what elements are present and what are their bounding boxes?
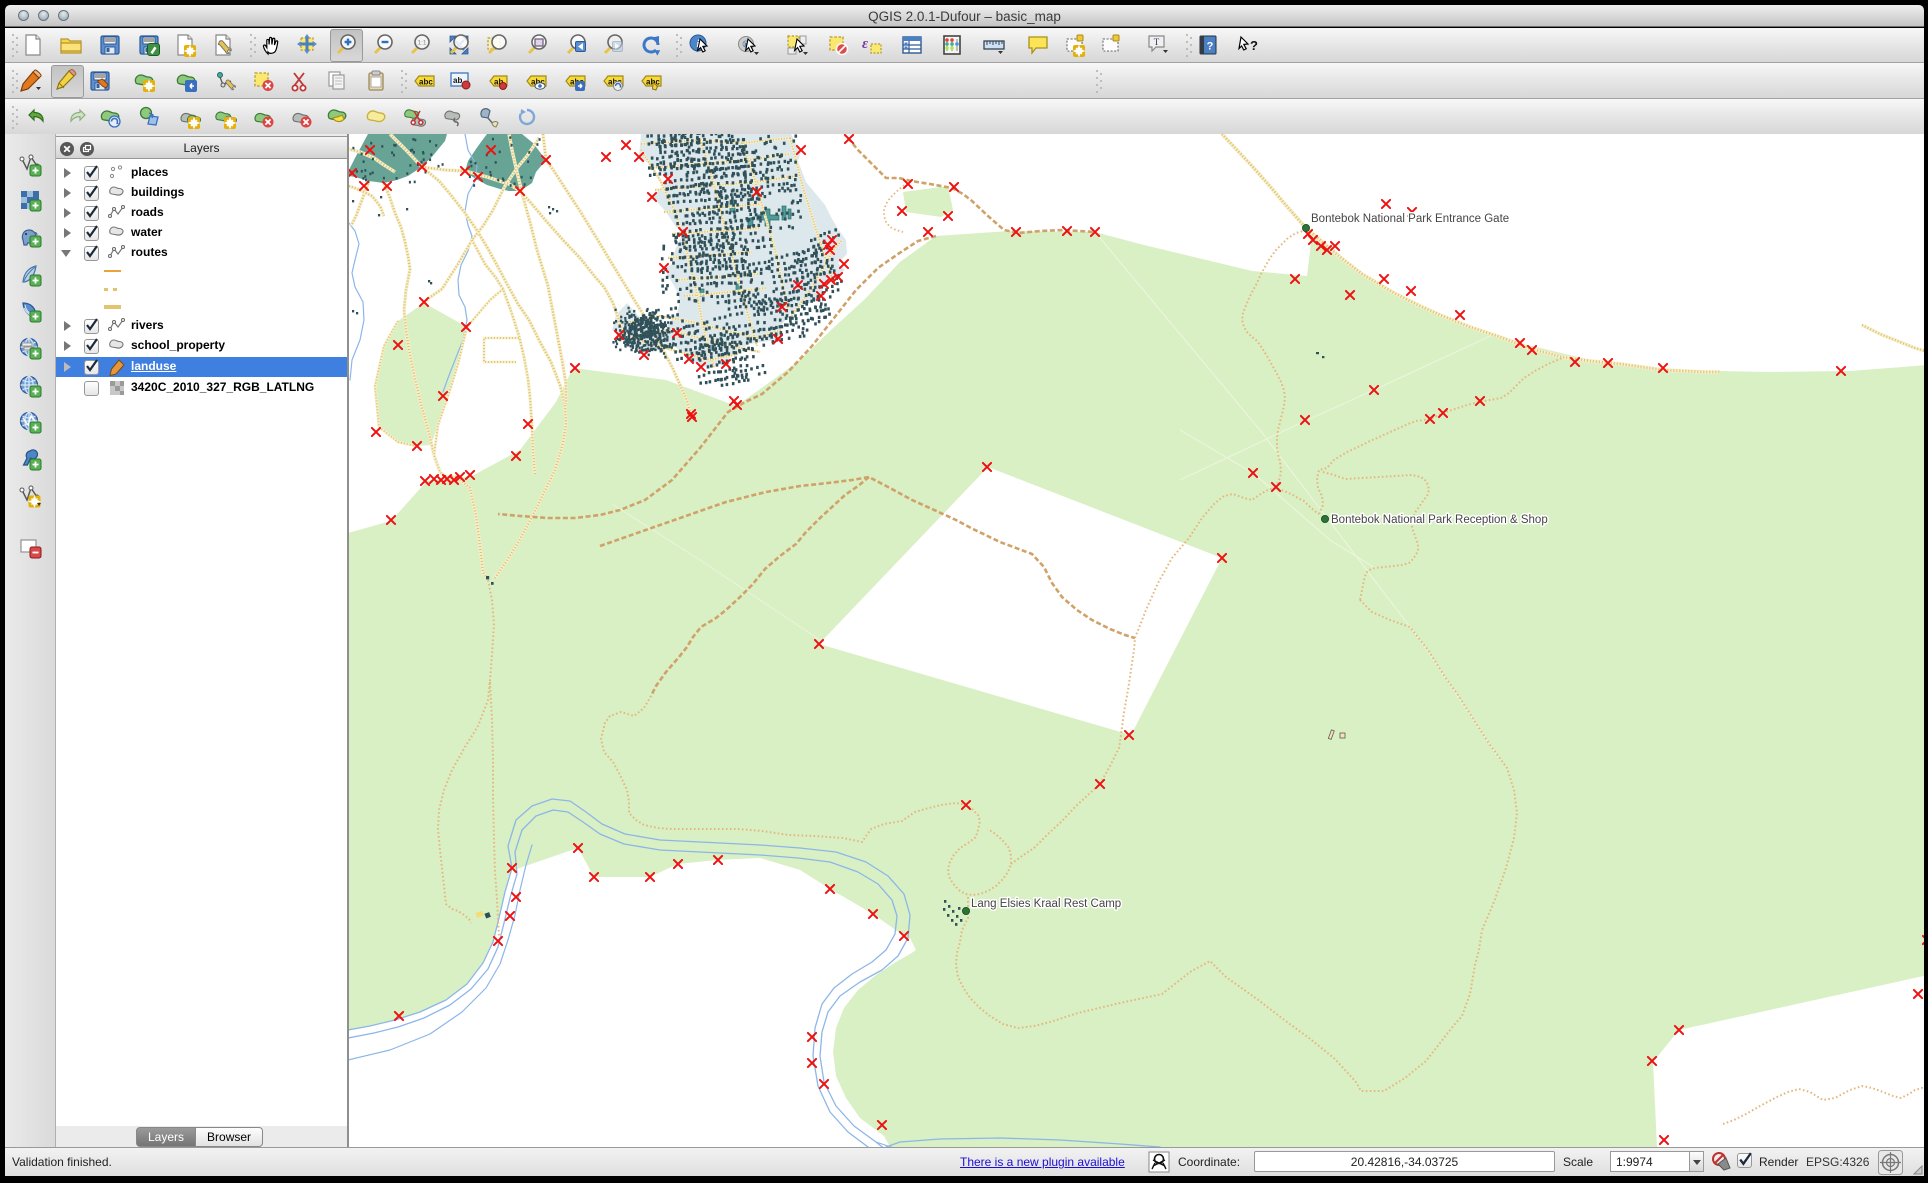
svg-text:1:1: 1:1	[417, 40, 426, 47]
svg-text:Lang Elsies Kraal Rest Camp: Lang Elsies Kraal Rest Camp	[971, 898, 1121, 910]
svg-text:?: ?	[1207, 41, 1214, 53]
svg-text:Bontebok National Park Entranc: Bontebok National Park Entrance Gate	[1311, 213, 1509, 225]
svg-text:Bontebok National Park Recepti: Bontebok National Park Reception & Shop	[1331, 514, 1548, 526]
svg-text:abc: abc	[419, 78, 433, 87]
svg-text:T: T	[1154, 37, 1160, 47]
svg-text:ab: ab	[453, 76, 462, 85]
svg-text:?: ?	[1250, 38, 1258, 53]
svg-text:ε: ε	[862, 36, 869, 52]
